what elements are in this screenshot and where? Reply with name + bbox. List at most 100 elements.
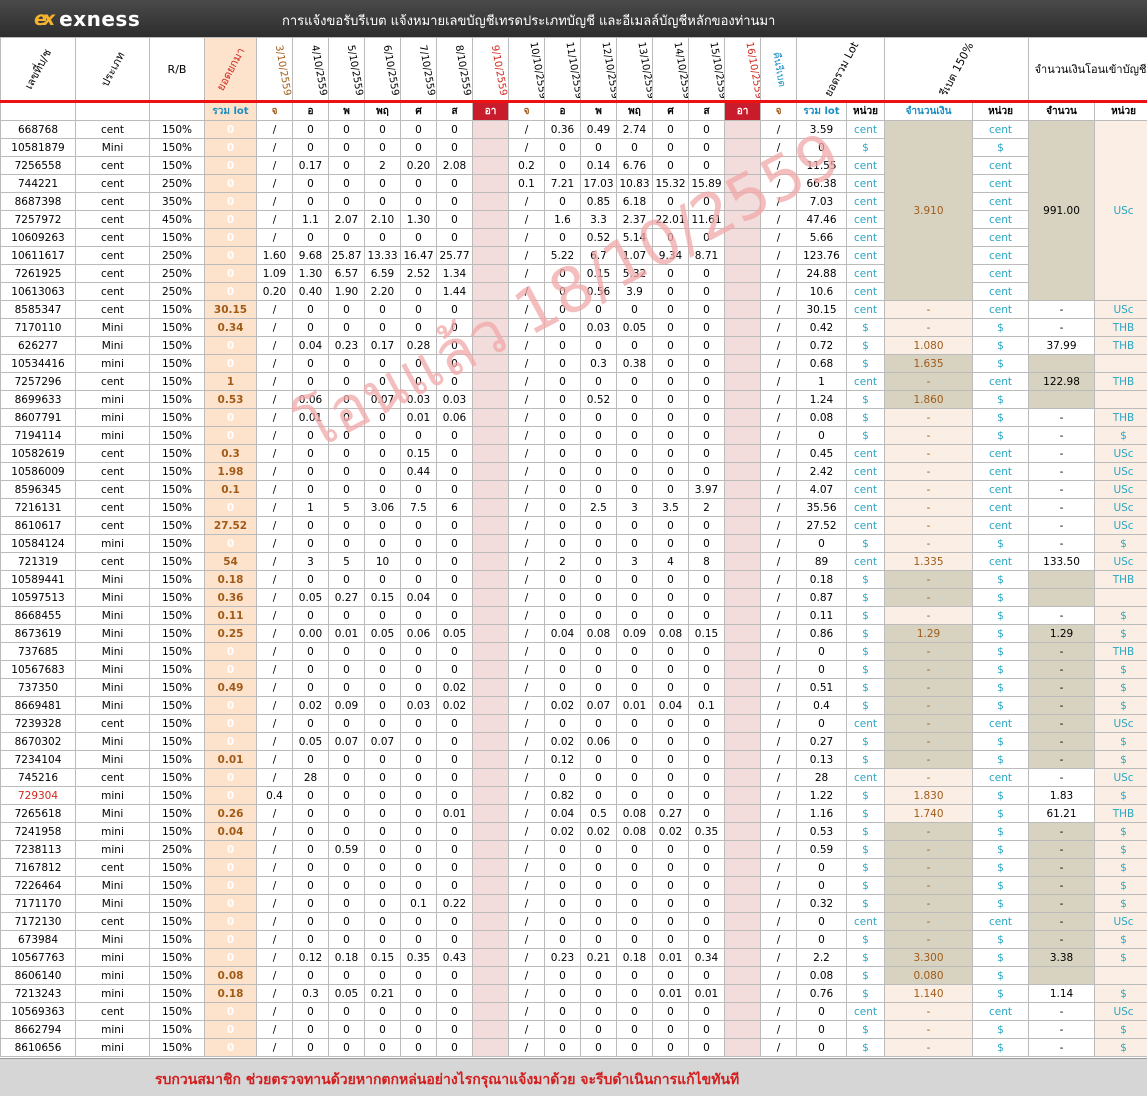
header-rebate: รีเบต 150% <box>885 38 1029 102</box>
carry-lot: 0.04 <box>205 823 257 841</box>
subheader-amount-money: จำนวนเงิน <box>885 102 973 121</box>
day-lot: 0.36 <box>545 121 581 139</box>
day-lot: / <box>257 193 293 211</box>
rebate-rate: 150% <box>150 157 205 175</box>
carry-lot: 0.25 <box>205 625 257 643</box>
day-lot <box>473 967 509 985</box>
day-lot: 0 <box>401 607 437 625</box>
day-lot: 0 <box>581 751 617 769</box>
day-lot: 0 <box>617 661 653 679</box>
day-lot: / <box>509 229 545 247</box>
carry-lot: 0 <box>205 715 257 733</box>
day-lot: 0 <box>545 661 581 679</box>
day-lot: / <box>257 121 293 139</box>
rebate-unit: $ <box>973 859 1029 877</box>
table-row: 7257972cent450%0/1.12.072.101.300/1.63.3… <box>1 211 1147 229</box>
table-row: 10567763mini150%0/0.120.180.150.350.43/0… <box>1 949 1147 967</box>
day-lot: / <box>509 625 545 643</box>
lot-unit: cent <box>847 481 885 499</box>
account-number: 8669481 <box>1 697 76 715</box>
day-lot: 0 <box>617 391 653 409</box>
day-lot: / <box>509 121 545 139</box>
day-lot: / <box>257 607 293 625</box>
day-lot: 0 <box>293 661 329 679</box>
day-lot: 0 <box>617 409 653 427</box>
lot-unit: $ <box>847 625 885 643</box>
day-lot: 4 <box>653 553 689 571</box>
rebate-rate: 150% <box>150 877 205 895</box>
day-lot: 0 <box>329 571 365 589</box>
account-type: Mini <box>76 589 150 607</box>
day-lot: 0 <box>401 733 437 751</box>
day-lot: 0.02 <box>437 697 473 715</box>
subheader-blank <box>1 102 76 121</box>
day-lot <box>473 787 509 805</box>
lot-unit: $ <box>847 427 885 445</box>
account-number: 7170110 <box>1 319 76 337</box>
account-number: 8662794 <box>1 1021 76 1039</box>
transfer-unit: $ <box>1095 931 1147 949</box>
transfer-unit: $ <box>1095 949 1147 967</box>
day-lot: 13.33 <box>365 247 401 265</box>
account-type: Mini <box>76 931 150 949</box>
day-lot: 0 <box>545 445 581 463</box>
rebate-amount: - <box>885 1039 973 1057</box>
rebate-unit: cent <box>973 265 1029 283</box>
day-lot: / <box>509 1003 545 1021</box>
day-lot: 28 <box>293 769 329 787</box>
day-lot: 0 <box>365 859 401 877</box>
table-row: 744221cent250%0/000000.17.2117.0310.8315… <box>1 175 1147 193</box>
day-lot: 0 <box>617 571 653 589</box>
rebate-unit: $ <box>973 823 1029 841</box>
day-lot: 0.04 <box>545 625 581 643</box>
day-lot: 0.09 <box>617 625 653 643</box>
total-lot: 0.11 <box>797 607 847 625</box>
table-row: 7241958mini150%0.04/00000/0.020.020.080.… <box>1 823 1147 841</box>
day-lot: 0 <box>437 715 473 733</box>
transfer-unit: $ <box>1095 895 1147 913</box>
total-lot: 0.13 <box>797 751 847 769</box>
day-lot: 0 <box>437 1021 473 1039</box>
account-type: cent <box>76 913 150 931</box>
day-lot: 0 <box>581 607 617 625</box>
day-lot: 0 <box>437 571 473 589</box>
day-lot <box>473 733 509 751</box>
transfer-amount: - <box>1029 1039 1095 1057</box>
day-lot: / <box>761 715 797 733</box>
table-row: 668768cent150%0/00000/0.360.492.7400/3.5… <box>1 121 1147 139</box>
day-lot: 0 <box>545 967 581 985</box>
transfer-unit: USc <box>1095 301 1147 319</box>
day-lot: 0 <box>689 121 725 139</box>
day-lot: 0 <box>617 139 653 157</box>
day-lot: / <box>761 589 797 607</box>
day-lot: / <box>761 913 797 931</box>
account-type: cent <box>76 859 150 877</box>
day-lot: 0 <box>437 823 473 841</box>
day-lot: / <box>509 661 545 679</box>
table-row: 8607791mini150%0/0.01000.010.06/00000/0.… <box>1 409 1147 427</box>
day-lot: / <box>509 931 545 949</box>
header-date-label: 6/10/2559 <box>381 44 401 96</box>
footer-notice: รบกวนสมาชิก ช่วยตรวจทานด้วยหากตกหล่นอย่า… <box>0 1058 1147 1096</box>
rebate-rate: 250% <box>150 175 205 193</box>
day-lot: 0.35 <box>689 823 725 841</box>
day-lot <box>473 859 509 877</box>
day-lot: 0 <box>293 1021 329 1039</box>
table-row: 8610617cent150%27.52/00000/00000/27.52ce… <box>1 517 1147 535</box>
account-type: Mini <box>76 607 150 625</box>
day-lot: 0 <box>545 193 581 211</box>
transfer-unit-merged: USc <box>1095 121 1147 301</box>
carry-lot: 0 <box>205 931 257 949</box>
transfer-amount: 1.14 <box>1029 985 1095 1003</box>
carry-lot: 0 <box>205 661 257 679</box>
day-lot: 0 <box>401 985 437 1003</box>
day-lot <box>725 499 761 517</box>
day-lot: 0 <box>689 715 725 733</box>
day-lot: 0 <box>653 1021 689 1039</box>
day-lot: 0 <box>365 1039 401 1057</box>
day-lot: 0.27 <box>653 805 689 823</box>
day-lot: 0 <box>581 877 617 895</box>
day-lot <box>473 1021 509 1039</box>
account-type: mini <box>76 787 150 805</box>
day-lot: 0 <box>653 607 689 625</box>
